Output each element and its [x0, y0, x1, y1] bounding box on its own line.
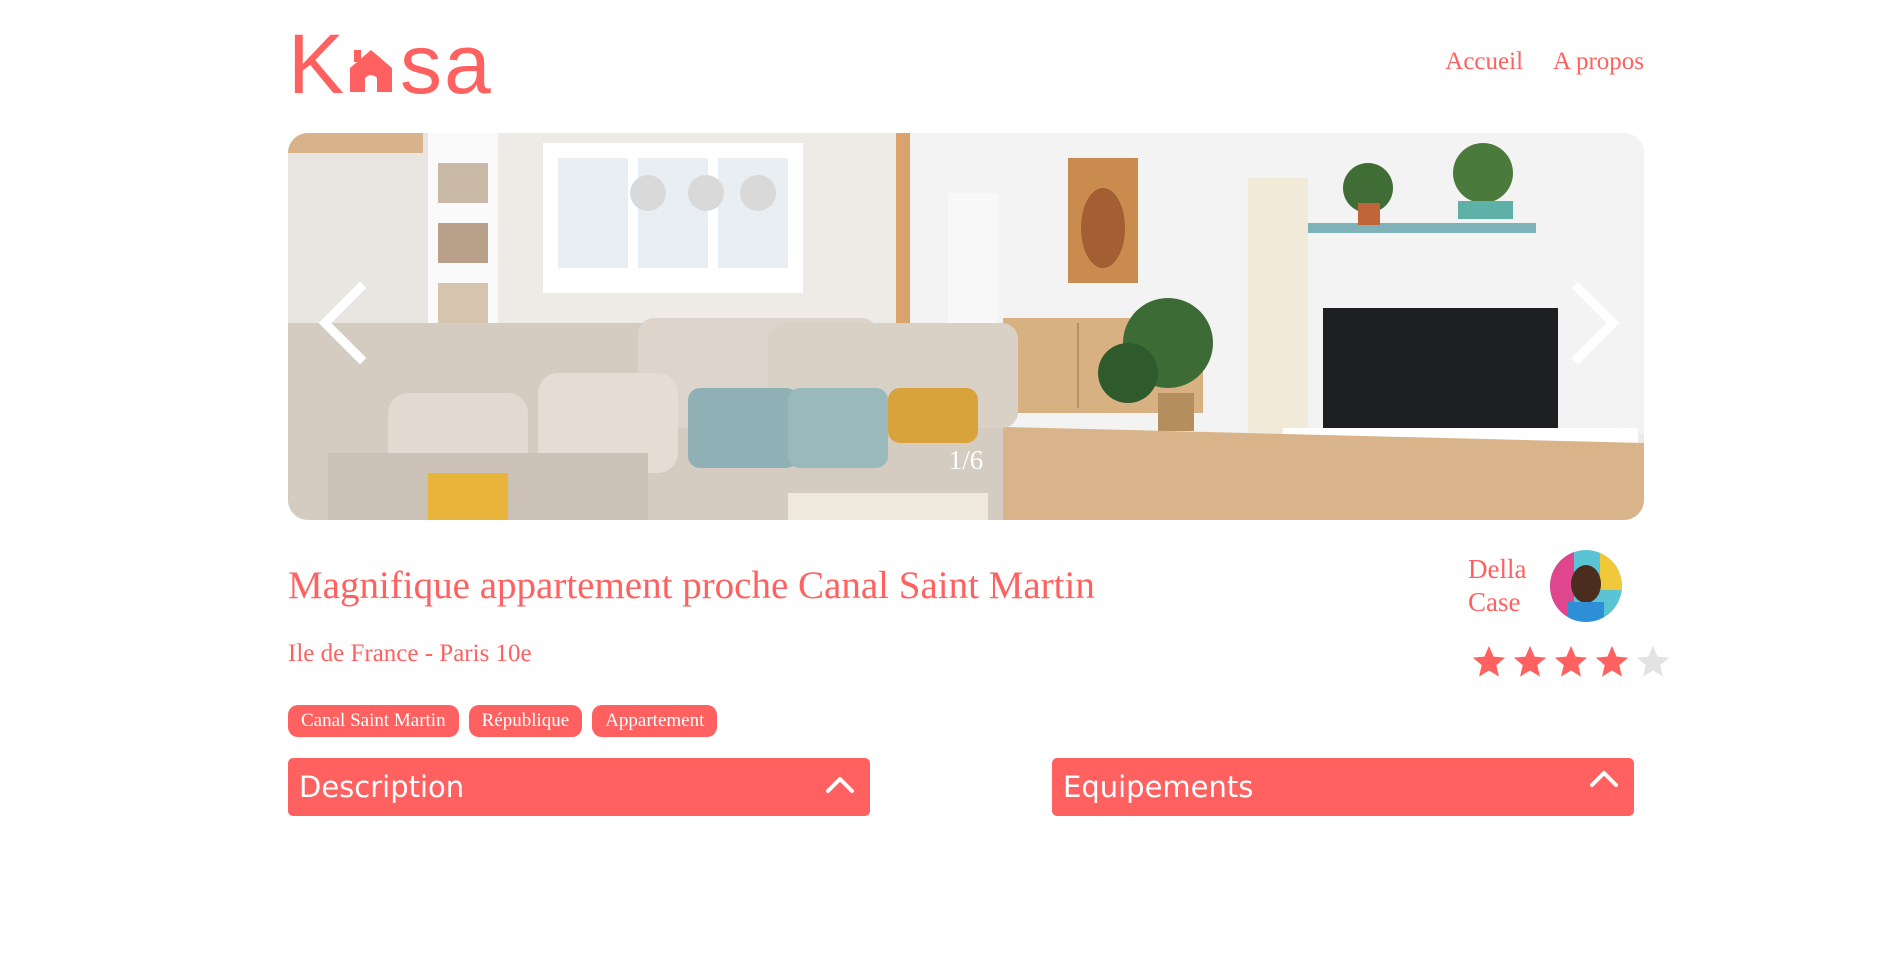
chevron-right-icon[interactable]: [1558, 278, 1628, 368]
star-filled-icon: [1554, 645, 1588, 677]
equipements-collapse-title: Equipements: [1063, 770, 1254, 804]
star-filled-icon: [1472, 645, 1506, 677]
logo-letters-sa: sa: [400, 17, 493, 111]
chevron-up-icon[interactable]: [1588, 766, 1620, 790]
kasa-logo[interactable]: K sa: [288, 17, 493, 111]
description-collapse-title: Description: [299, 770, 465, 804]
listing-location: Ile de France - Paris 10e: [288, 640, 532, 667]
host-first-name: Della: [1468, 554, 1527, 584]
tag: République: [468, 705, 583, 737]
equipements-collapse[interactable]: Equipements: [1052, 758, 1634, 816]
main-nav: Accueil A propos: [1445, 48, 1644, 76]
chevron-left-icon[interactable]: [310, 278, 380, 368]
gallery-counter: 1/6: [948, 445, 984, 475]
host-last-name: Case: [1468, 587, 1521, 617]
star-filled-icon: [1513, 645, 1547, 677]
host-name: Della Case: [1468, 553, 1540, 619]
tag-list: Canal Saint Martin République Appartemen…: [288, 705, 718, 737]
nav-link-accueil[interactable]: Accueil: [1445, 48, 1523, 76]
rating-stars: [1470, 643, 1672, 681]
logo-letter-k: K: [288, 17, 347, 111]
host-info: Della Case: [1468, 550, 1622, 622]
tag: Appartement: [592, 705, 718, 737]
photo-gallery: 1/6: [288, 133, 1644, 520]
chevron-up-icon[interactable]: [824, 772, 856, 796]
description-collapse[interactable]: Description: [288, 758, 870, 816]
nav-link-a-propos[interactable]: A propos: [1553, 48, 1644, 76]
tag: Canal Saint Martin: [288, 705, 459, 737]
header: K sa Accueil A propos: [288, 17, 1644, 111]
avatar: [1550, 550, 1622, 622]
listing-title: Magnifique appartement proche Canal Sain…: [288, 564, 1095, 607]
star-empty-icon: [1636, 645, 1670, 677]
star-filled-icon: [1595, 645, 1629, 677]
house-icon: [350, 50, 393, 92]
